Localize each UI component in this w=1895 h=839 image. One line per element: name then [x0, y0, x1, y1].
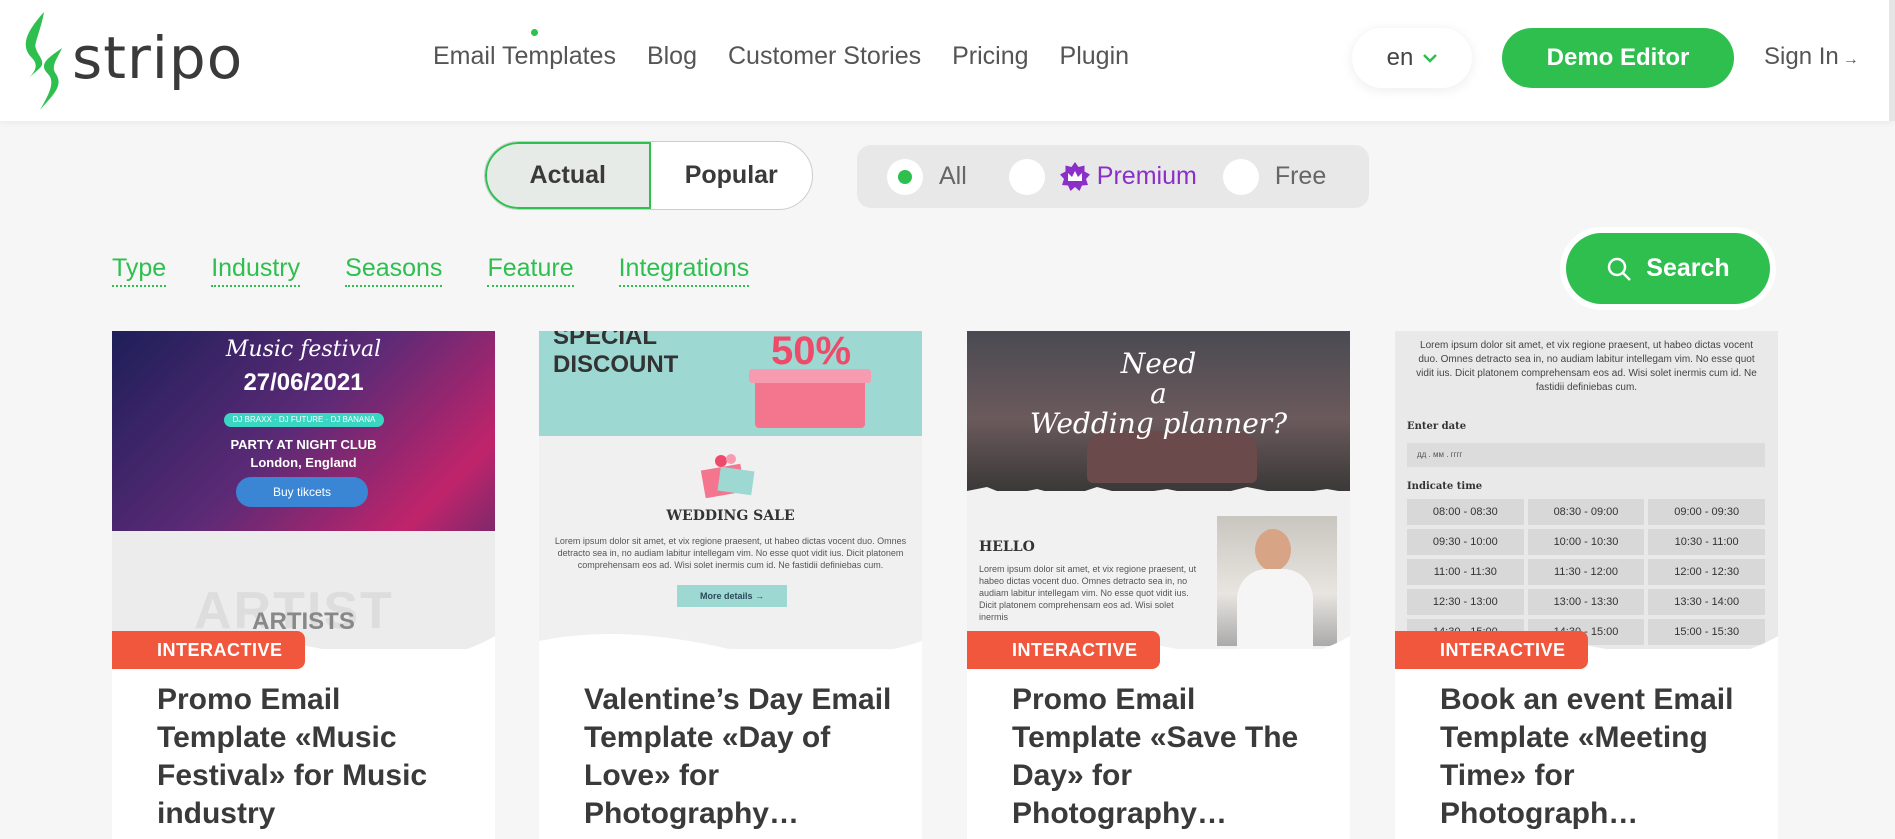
preview-heading-line: a	[1150, 377, 1167, 410]
interactive-badge: INTERACTIVE	[1395, 631, 1588, 669]
preview-enter-date-label: Enter date	[1407, 421, 1467, 432]
time-slot: 10:00 - 10:30	[1527, 529, 1645, 555]
preview-heading-line: Wedding planner?	[1029, 407, 1288, 440]
gift-lid-icon	[749, 369, 871, 383]
preview-body-text: Lorem ipsum dolor sit amet, et vix regio…	[554, 536, 907, 570]
site-header: stripo Email Templates Blog Customer Sto…	[0, 0, 1895, 121]
language-label: en	[1386, 44, 1414, 71]
template-card[interactable]: Lorem ipsum dolor sit amet, et vix regio…	[1395, 331, 1778, 839]
template-card[interactable]: Music festival 27/06/2021 DJ BRAXX · DJ …	[112, 331, 495, 839]
template-title[interactable]: Promo Email Template «Music Festival» fo…	[157, 681, 477, 833]
logo-text: stripo	[72, 24, 244, 92]
preview-discount-line: DISCOUNT	[553, 351, 679, 378]
photographer-head	[1255, 529, 1291, 571]
chevron-down-icon	[1423, 54, 1438, 63]
radio-premium[interactable]	[1008, 158, 1045, 195]
demo-editor-button[interactable]: Demo Editor	[1502, 28, 1734, 88]
preview-hello: HELLO	[979, 539, 1035, 555]
preview-date-input: дд . мм . гггг	[1407, 443, 1765, 467]
template-preview: Lorem ipsum dolor sit amet, et vix regio…	[1395, 331, 1778, 649]
preview-date: 27/06/2021	[243, 369, 364, 396]
preview-sale-heading: WEDDING SALE	[666, 508, 795, 524]
search-label: Search	[1646, 254, 1730, 282]
radio-free-label: Free	[1274, 162, 1327, 190]
time-slot: 09:30 - 10:00	[1407, 529, 1524, 555]
main-nav: Email Templates Blog Customer Stories Pr…	[433, 42, 1129, 71]
arrow-right-icon: →	[1842, 51, 1859, 68]
radio-all[interactable]	[887, 158, 923, 195]
search-icon	[1608, 257, 1632, 281]
sort-toggle: Actual Popular	[484, 141, 813, 210]
template-card[interactable]: Need a Wedding planner? HELLO Lorem ipsum …	[967, 331, 1350, 839]
template-preview: Need a Wedding planner? HELLO Lorem ipsum …	[967, 331, 1350, 649]
radio-all-label: All	[939, 162, 967, 190]
envelope-hearts-icon	[700, 454, 755, 498]
sign-in-link[interactable]: Sign In →	[1764, 43, 1859, 71]
category-filters: Type Industry Seasons Feature Integratio…	[112, 254, 750, 287]
template-title[interactable]: Valentine’s Day Email Template «Day of L…	[584, 681, 904, 833]
interactive-badge: INTERACTIVE	[967, 631, 1160, 669]
preview-heading-line: Need	[1120, 347, 1197, 380]
preview-indicate-time-label: Indicate time	[1407, 481, 1483, 492]
preview-djs: DJ BRAXX · DJ FUTURE · DJ BANANA	[224, 413, 384, 427]
radio-free[interactable]	[1222, 158, 1259, 195]
time-slot: 08:30 - 09:00	[1527, 499, 1645, 525]
category-industry[interactable]: Industry	[211, 254, 301, 287]
preview-party: PARTY AT NIGHT CLUB	[230, 437, 377, 452]
category-type[interactable]: Type	[112, 254, 167, 287]
template-card[interactable]: SPECIAL DISCOUNT 50% WEDDING SALE Lorem i…	[539, 331, 922, 839]
gift-box-icon	[755, 376, 865, 428]
search-button[interactable]: Search	[1566, 233, 1770, 304]
nav-blog[interactable]: Blog	[647, 42, 697, 71]
template-title[interactable]: Promo Email Template «Save The Day» for …	[1012, 681, 1332, 833]
crown-icon	[1059, 161, 1090, 191]
preview-body-text: Lorem ipsum dolor sit amet, et vix regio…	[1416, 340, 1757, 393]
interactive-badge: INTERACTIVE	[112, 631, 305, 669]
active-nav-indicator	[531, 29, 538, 36]
preview-percent: 50%	[771, 331, 852, 373]
time-slot: 11:00 - 11:30	[1407, 559, 1524, 585]
time-slot: 10:30 - 11:00	[1648, 529, 1765, 555]
category-feature[interactable]: Feature	[487, 254, 574, 287]
language-selector[interactable]: en	[1352, 28, 1472, 88]
template-preview: SPECIAL DISCOUNT 50% WEDDING SALE Lorem i…	[539, 331, 922, 649]
nav-pricing[interactable]: Pricing	[952, 42, 1028, 71]
nav-email-templates[interactable]: Email Templates	[433, 42, 616, 71]
preview-more-button: More details →	[677, 585, 787, 607]
preview-heading: Need a Wedding planner?	[967, 349, 1350, 439]
radio-premium-label: Premium	[1096, 162, 1197, 190]
card-wave	[539, 634, 922, 671]
time-slot: 12:00 - 12:30	[1648, 559, 1765, 585]
sort-popular-button[interactable]: Popular	[651, 142, 813, 209]
preview-heading: Music festival	[225, 337, 382, 362]
time-slot: 09:00 - 09:30	[1648, 499, 1765, 525]
time-slot: 11:30 - 12:00	[1527, 559, 1645, 585]
preview-buy-button: Buy tikcets	[236, 477, 368, 507]
torn-edge	[967, 487, 1350, 505]
category-integrations[interactable]: Integrations	[618, 254, 750, 287]
preview-location: London, England	[250, 455, 357, 470]
sort-actual-button[interactable]: Actual	[485, 142, 651, 209]
scrollbar[interactable]	[1889, 0, 1895, 121]
time-slot: 08:00 - 08:30	[1407, 499, 1524, 525]
preview-special: SPECIAL DISCOUNT	[553, 331, 678, 379]
nav-customer-stories[interactable]: Customer Stories	[728, 42, 921, 71]
template-title[interactable]: Book an event Email Template «Meeting Ti…	[1440, 681, 1760, 833]
category-seasons[interactable]: Seasons	[345, 254, 443, 287]
preview-special-line: SPECIAL	[553, 331, 658, 350]
template-preview: Music festival 27/06/2021 DJ BRAXX · DJ …	[112, 331, 495, 649]
price-filter: All Premium Free	[857, 145, 1369, 208]
logo-mark-icon	[24, 12, 62, 110]
stripo-logo[interactable]: stripo	[18, 12, 243, 110]
nav-plugin[interactable]: Plugin	[1060, 42, 1130, 71]
sign-in-label: Sign In	[1764, 43, 1839, 70]
